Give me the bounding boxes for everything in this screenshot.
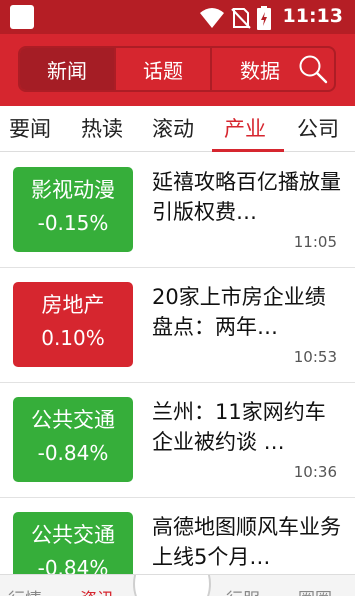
news-item[interactable]: 影视动漫 -0.15% 延禧攻略百亿播放量引版权费… 11:05 <box>0 153 355 268</box>
wifi-icon <box>200 8 224 28</box>
news-time: 10:36 <box>293 463 337 481</box>
nav-circle[interactable]: 圈圈 <box>298 585 332 596</box>
news-title[interactable]: 高德地图顺风车业务上线5个月… <box>152 512 344 572</box>
status-bar: 11:13 <box>0 0 355 34</box>
news-title[interactable]: 延禧攻略百亿播放量引版权费… <box>152 167 344 227</box>
tab-rolling[interactable]: 滚动 <box>152 106 194 152</box>
news-title[interactable]: 20家上市房企业绩盘点：两年… <box>152 282 344 342</box>
no-sim-icon <box>231 8 251 29</box>
active-tab-indicator <box>212 149 284 152</box>
tab-hot[interactable]: 热读 <box>81 106 123 152</box>
tab-industry[interactable]: 产业 <box>224 106 266 152</box>
bottom-nav: 行情 资讯 行服 圈圈 <box>0 574 355 596</box>
category-tabs: 要闻 热读 滚动 产业 公司 <box>0 106 355 152</box>
status-icons <box>199 6 271 30</box>
sector-tag[interactable]: 影视动漫 -0.15% <box>13 167 133 252</box>
nav-quotes[interactable]: 行情 <box>8 585 42 596</box>
sector-name: 房地产 <box>41 293 105 317</box>
sector-change: -0.84% <box>37 441 109 465</box>
news-time: 11:05 <box>293 233 337 251</box>
sector-name: 公共交通 <box>31 408 115 432</box>
news-item[interactable]: 公共交通 -0.84% 兰州：11家网约车企业被约谈 … 10:36 <box>0 383 355 498</box>
search-icon[interactable] <box>298 54 328 84</box>
news-time: 10:53 <box>293 348 337 366</box>
segment-data[interactable]: 数据 <box>212 48 334 90</box>
battery-charging-icon <box>257 6 271 30</box>
segment-news[interactable]: 新闻 <box>20 48 116 90</box>
notification-icon <box>10 5 34 29</box>
app-header: 新闻 话题 数据 <box>0 34 355 106</box>
nav-news[interactable]: 资讯 <box>80 585 114 596</box>
sector-name: 影视动漫 <box>31 178 115 202</box>
tab-headlines[interactable]: 要闻 <box>9 106 51 152</box>
sector-change: -0.15% <box>37 211 109 235</box>
news-title[interactable]: 兰州：11家网约车企业被约谈 … <box>152 397 344 457</box>
segment-topics[interactable]: 话题 <box>116 48 212 90</box>
sector-tag[interactable]: 房地产 0.10% <box>13 282 133 367</box>
sector-tag[interactable]: 公共交通 -0.84% <box>13 397 133 482</box>
main-segment-control: 新闻 话题 数据 <box>18 46 336 92</box>
tab-companies[interactable]: 公司 <box>297 106 339 152</box>
status-time: 11:13 <box>282 5 343 27</box>
center-action-button[interactable] <box>133 575 211 596</box>
segment-data-label: 数据 <box>240 58 280 83</box>
news-item[interactable]: 房地产 0.10% 20家上市房企业绩盘点：两年… 10:53 <box>0 268 355 383</box>
sector-name: 公共交通 <box>31 523 115 547</box>
sector-change: 0.10% <box>41 326 105 350</box>
nav-services[interactable]: 行服 <box>226 585 260 596</box>
